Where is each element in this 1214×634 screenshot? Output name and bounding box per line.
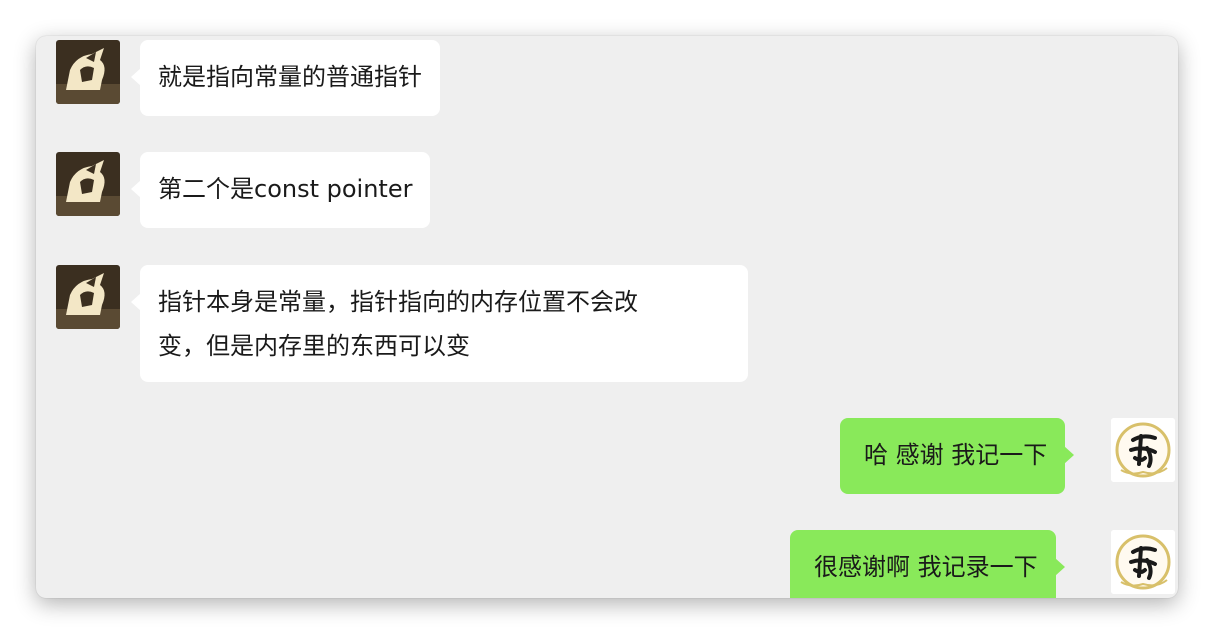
cartoon-avatar-icon — [56, 152, 120, 216]
message-text: 第二个是const pointer — [158, 175, 413, 203]
self-avatar[interactable] — [1111, 530, 1175, 594]
calligraphy-avatar-icon — [1111, 530, 1175, 594]
message-text: 就是指向常量的普通指针 — [158, 63, 422, 91]
contact-avatar[interactable] — [56, 265, 120, 329]
message-text-line: 变，但是内存里的东西可以变 — [158, 332, 470, 360]
message-bubble[interactable]: 哈 感谢 我记一下 — [840, 418, 1075, 494]
self-avatar[interactable] — [1111, 418, 1175, 482]
message-bubble[interactable]: 就是指向常量的普通指针 — [131, 40, 440, 116]
cartoon-avatar-icon — [56, 265, 120, 329]
contact-avatar[interactable] — [56, 152, 120, 216]
chat-window: 就是指向常量的普通指针 第二个是const pointer 指针本身是常量，指针… — [36, 36, 1178, 598]
message-bubble[interactable]: 指针本身是常量，指针指向的内存位置不会改 变，但是内存里的东西可以变 — [131, 265, 748, 382]
message-bubble[interactable]: 第二个是const pointer — [130, 152, 431, 228]
cartoon-avatar-icon — [56, 40, 120, 104]
calligraphy-avatar-icon — [1111, 418, 1175, 482]
message-text: 哈 感谢 我记一下 — [864, 441, 1048, 469]
message-text-line: 指针本身是常量，指针指向的内存位置不会改 — [158, 288, 638, 316]
message-text: 很感谢啊 我记录一下 — [814, 553, 1038, 581]
message-bubble[interactable]: 很感谢啊 我记录一下 — [790, 530, 1065, 598]
contact-avatar[interactable] — [56, 40, 120, 104]
